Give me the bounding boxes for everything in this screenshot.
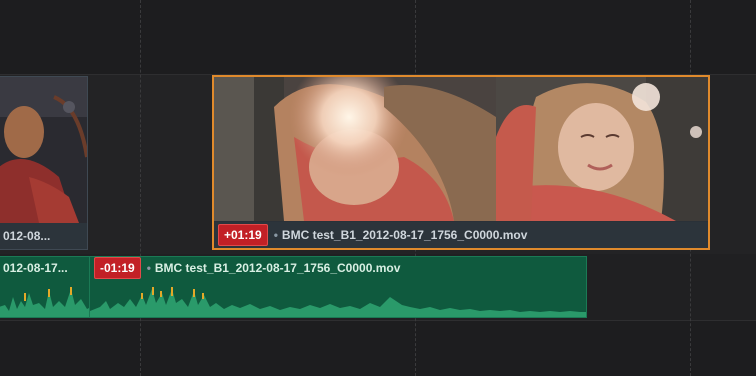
clip-filename: BMC test_B1_2012-08-17_1756_C0000.mov: [154, 261, 401, 275]
clip-footer: +01:19 • BMC test_B1_2012-08-17_1756_C00…: [214, 222, 708, 248]
video-clip-selected[interactable]: +01:19 • BMC test_B1_2012-08-17_1756_C00…: [212, 75, 710, 250]
timecode-badge: +01:19: [218, 224, 268, 246]
clip-filename: BMC test_B1_2012-08-17_1756_C0000.mov: [281, 228, 528, 242]
audio-clip-header: -01:19 • BMC test_B1_2012-08-17_1756_C00…: [90, 257, 586, 279]
clip-label: 012-08...: [3, 229, 51, 243]
audio-clip-header: 012-08-17...: [0, 257, 89, 279]
video-clip-left[interactable]: 012-08...: [0, 76, 88, 250]
track-divider: [0, 320, 756, 321]
clip-thumbnail: [0, 77, 87, 223]
clip-thumbnail: [496, 77, 708, 221]
clip-footer: 012-08...: [0, 223, 87, 249]
dot-separator: •: [273, 228, 278, 242]
audio-waveform: [90, 287, 586, 317]
audio-clip-left[interactable]: 012-08-17...: [0, 256, 90, 318]
dot-separator: •: [146, 261, 151, 275]
timecode-badge: -01:19: [94, 257, 141, 279]
clip-thumbnail: [214, 77, 496, 221]
empty-track-bottom: [0, 320, 756, 376]
clip-label: 012-08-17...: [3, 261, 68, 275]
audio-clip[interactable]: -01:19 • BMC test_B1_2012-08-17_1756_C00…: [89, 256, 587, 318]
timeline-gridline: [140, 0, 141, 376]
audio-waveform: [0, 287, 89, 317]
timeline: 012-08... +01:19 • BMC test_B1_2012-08-1…: [0, 0, 756, 376]
empty-track-top: [0, 0, 756, 74]
